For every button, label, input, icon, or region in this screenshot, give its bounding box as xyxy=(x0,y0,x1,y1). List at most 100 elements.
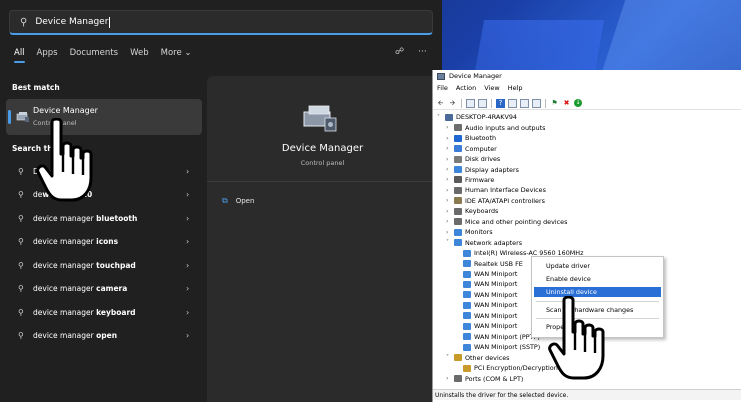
tree-node[interactable]: › Keyboards xyxy=(446,206,498,217)
tree-node[interactable]: WAN Miniport (PPTP) xyxy=(455,331,540,342)
tab-all[interactable]: All xyxy=(14,48,25,63)
open-action[interactable]: ⧉ Open xyxy=(222,196,254,206)
tree-node[interactable]: WAN Miniport (SSTP) xyxy=(455,342,540,353)
tab-apps[interactable]: Apps xyxy=(37,48,58,58)
tree-node[interactable]: Realtek USB FE xyxy=(455,258,523,269)
device-category-icon xyxy=(454,375,462,382)
tab-documents[interactable]: Documents xyxy=(70,48,118,58)
context-update-driver[interactable]: Update driver xyxy=(534,261,661,271)
search-query: Device Manager xyxy=(35,17,109,27)
toolbar: 🡨 🡪 ? ⚑ ✖ ↓ xyxy=(433,97,741,110)
tree-node[interactable]: › Bluetooth xyxy=(446,133,496,144)
chevron-down-icon[interactable]: ˅ xyxy=(446,354,454,361)
chevron-down-icon[interactable]: ˅ xyxy=(446,239,454,246)
tree-node[interactable]: › Display adapters xyxy=(446,164,519,175)
device-manager-icon xyxy=(16,112,29,122)
search-result-row[interactable]: ⚲ device manager keyboard › xyxy=(6,301,202,323)
tree-node[interactable]: WAN Miniport xyxy=(455,300,517,311)
search-result-row[interactable]: ⚲ device manager open › xyxy=(6,325,202,347)
device-category-icon xyxy=(463,291,471,299)
tree-node[interactable]: WAN Miniport xyxy=(455,290,517,301)
tree-node[interactable]: › Monitors xyxy=(446,227,493,238)
back-arrow-icon[interactable]: 🡨 xyxy=(436,99,445,108)
chevron-right-icon[interactable]: › xyxy=(446,166,454,173)
help-icon[interactable]: ? xyxy=(496,98,505,108)
tree-node-label: IDE ATA/ATAPI controllers xyxy=(465,196,545,205)
tree-node[interactable]: › Ports (COM & LPT) xyxy=(446,373,523,384)
tab-more[interactable]: More ⌄ xyxy=(161,48,192,58)
search-filter-tabs: All Apps Documents Web More ⌄ xyxy=(14,48,192,63)
window-title: Device Manager xyxy=(449,72,502,80)
chevron-right-icon[interactable]: › xyxy=(446,197,454,204)
enable-device-icon[interactable]: ↓ xyxy=(574,99,582,107)
context-enable-device[interactable]: Enable device xyxy=(534,274,661,284)
tree-node[interactable]: › Firmware xyxy=(446,175,494,186)
tree-node[interactable]: WAN Miniport xyxy=(455,279,517,290)
tree-node-label: Keyboards xyxy=(465,207,499,216)
search-result-label: device manager camera xyxy=(33,284,127,293)
window-titlebar[interactable]: Device Manager xyxy=(433,70,741,82)
search-result-row[interactable]: ⚲ device manager touchpad › xyxy=(6,254,202,276)
tree-node[interactable]: › Audio inputs and outputs xyxy=(446,122,545,133)
tree-node[interactable]: › Mice and other pointing devices xyxy=(446,217,567,228)
menu-help[interactable]: Help xyxy=(508,84,523,95)
share-icon[interactable]: ☍ xyxy=(395,47,404,57)
tree-node[interactable]: › Computer xyxy=(446,143,497,154)
search-result-row[interactable]: ⚲ device manager icons › xyxy=(6,231,202,253)
chevron-right-icon[interactable]: › xyxy=(446,208,454,215)
tree-node[interactable]: › Human Interface Devices xyxy=(446,185,546,196)
search-input[interactable]: ⚲ Device Manager xyxy=(9,10,433,35)
forward-arrow-icon[interactable]: 🡪 xyxy=(448,99,457,108)
chevron-right-icon[interactable]: › xyxy=(446,124,454,131)
uninstall-icon[interactable]: ✖ xyxy=(562,99,571,108)
tree-node[interactable]: ˅ Network adapters xyxy=(446,237,522,248)
chevron-down-icon[interactable]: ˅ xyxy=(437,114,445,121)
tree-node[interactable]: WAN Miniport xyxy=(455,321,517,332)
chevron-right-icon[interactable]: › xyxy=(446,156,454,163)
device-category-icon xyxy=(454,228,462,236)
tree-node[interactable]: ˅ Other devices xyxy=(446,352,510,363)
scan-hardware-icon[interactable] xyxy=(532,98,541,108)
tree-node[interactable]: › IDE ATA/ATAPI controllers xyxy=(446,196,545,207)
device-category-icon xyxy=(454,186,462,194)
tree-node[interactable]: WAN Miniport xyxy=(455,311,517,322)
tree-node-label: Display adapters xyxy=(465,165,519,174)
update-driver-icon[interactable]: ⚑ xyxy=(550,99,559,108)
device-manager-large-icon xyxy=(303,105,337,132)
search-result-label: device manager keyboard xyxy=(33,308,136,317)
tree-node-label: Audio inputs and outputs xyxy=(465,123,546,132)
tree-node[interactable]: WAN Miniport xyxy=(455,269,517,280)
chevron-right-icon[interactable]: › xyxy=(446,176,454,183)
search-result-row[interactable]: ⚲ device manager camera › xyxy=(6,278,202,300)
menu-action[interactable]: Action xyxy=(456,84,476,95)
chevron-right-icon[interactable]: › xyxy=(446,218,454,225)
tree-node[interactable]: PCI Encryption/Decryption xyxy=(455,363,558,374)
chevron-right-icon[interactable]: › xyxy=(446,145,454,152)
search-icon: ⚲ xyxy=(18,190,24,199)
tree-node[interactable]: ˅ DESKTOP-4RAKV94 xyxy=(437,112,517,123)
tree-node[interactable]: › Disk drives xyxy=(446,154,500,165)
preview-title: Device Manager xyxy=(281,143,364,154)
menu-file[interactable]: File xyxy=(437,84,448,95)
chevron-right-icon[interactable]: › xyxy=(446,135,454,142)
chevron-right-icon[interactable]: › xyxy=(446,375,454,382)
result-bold: camera xyxy=(96,284,128,293)
monitor-icon[interactable] xyxy=(520,98,529,108)
menu-view[interactable]: View xyxy=(484,84,499,95)
result-prefix: device manager xyxy=(33,331,97,340)
tab-web[interactable]: Web xyxy=(130,48,149,58)
properties-icon[interactable] xyxy=(478,98,487,108)
resources-icon[interactable] xyxy=(508,98,517,108)
tree-view-icon[interactable] xyxy=(466,98,475,108)
chevron-right-icon[interactable]: › xyxy=(446,187,454,194)
search-result-label: device manager open xyxy=(33,331,117,340)
more-options-icon[interactable]: ··· xyxy=(418,47,427,57)
search-result-row[interactable]: ⚲ device manager bluetooth › xyxy=(6,207,202,229)
device-category-icon xyxy=(454,124,462,132)
search-icon: ⚲ xyxy=(20,16,28,28)
device-category-icon xyxy=(463,364,471,372)
result-bold: keyboard xyxy=(96,307,136,317)
window-app-icon xyxy=(437,72,445,80)
result-bold: touchpad xyxy=(96,260,136,270)
chevron-right-icon[interactable]: › xyxy=(446,229,454,236)
